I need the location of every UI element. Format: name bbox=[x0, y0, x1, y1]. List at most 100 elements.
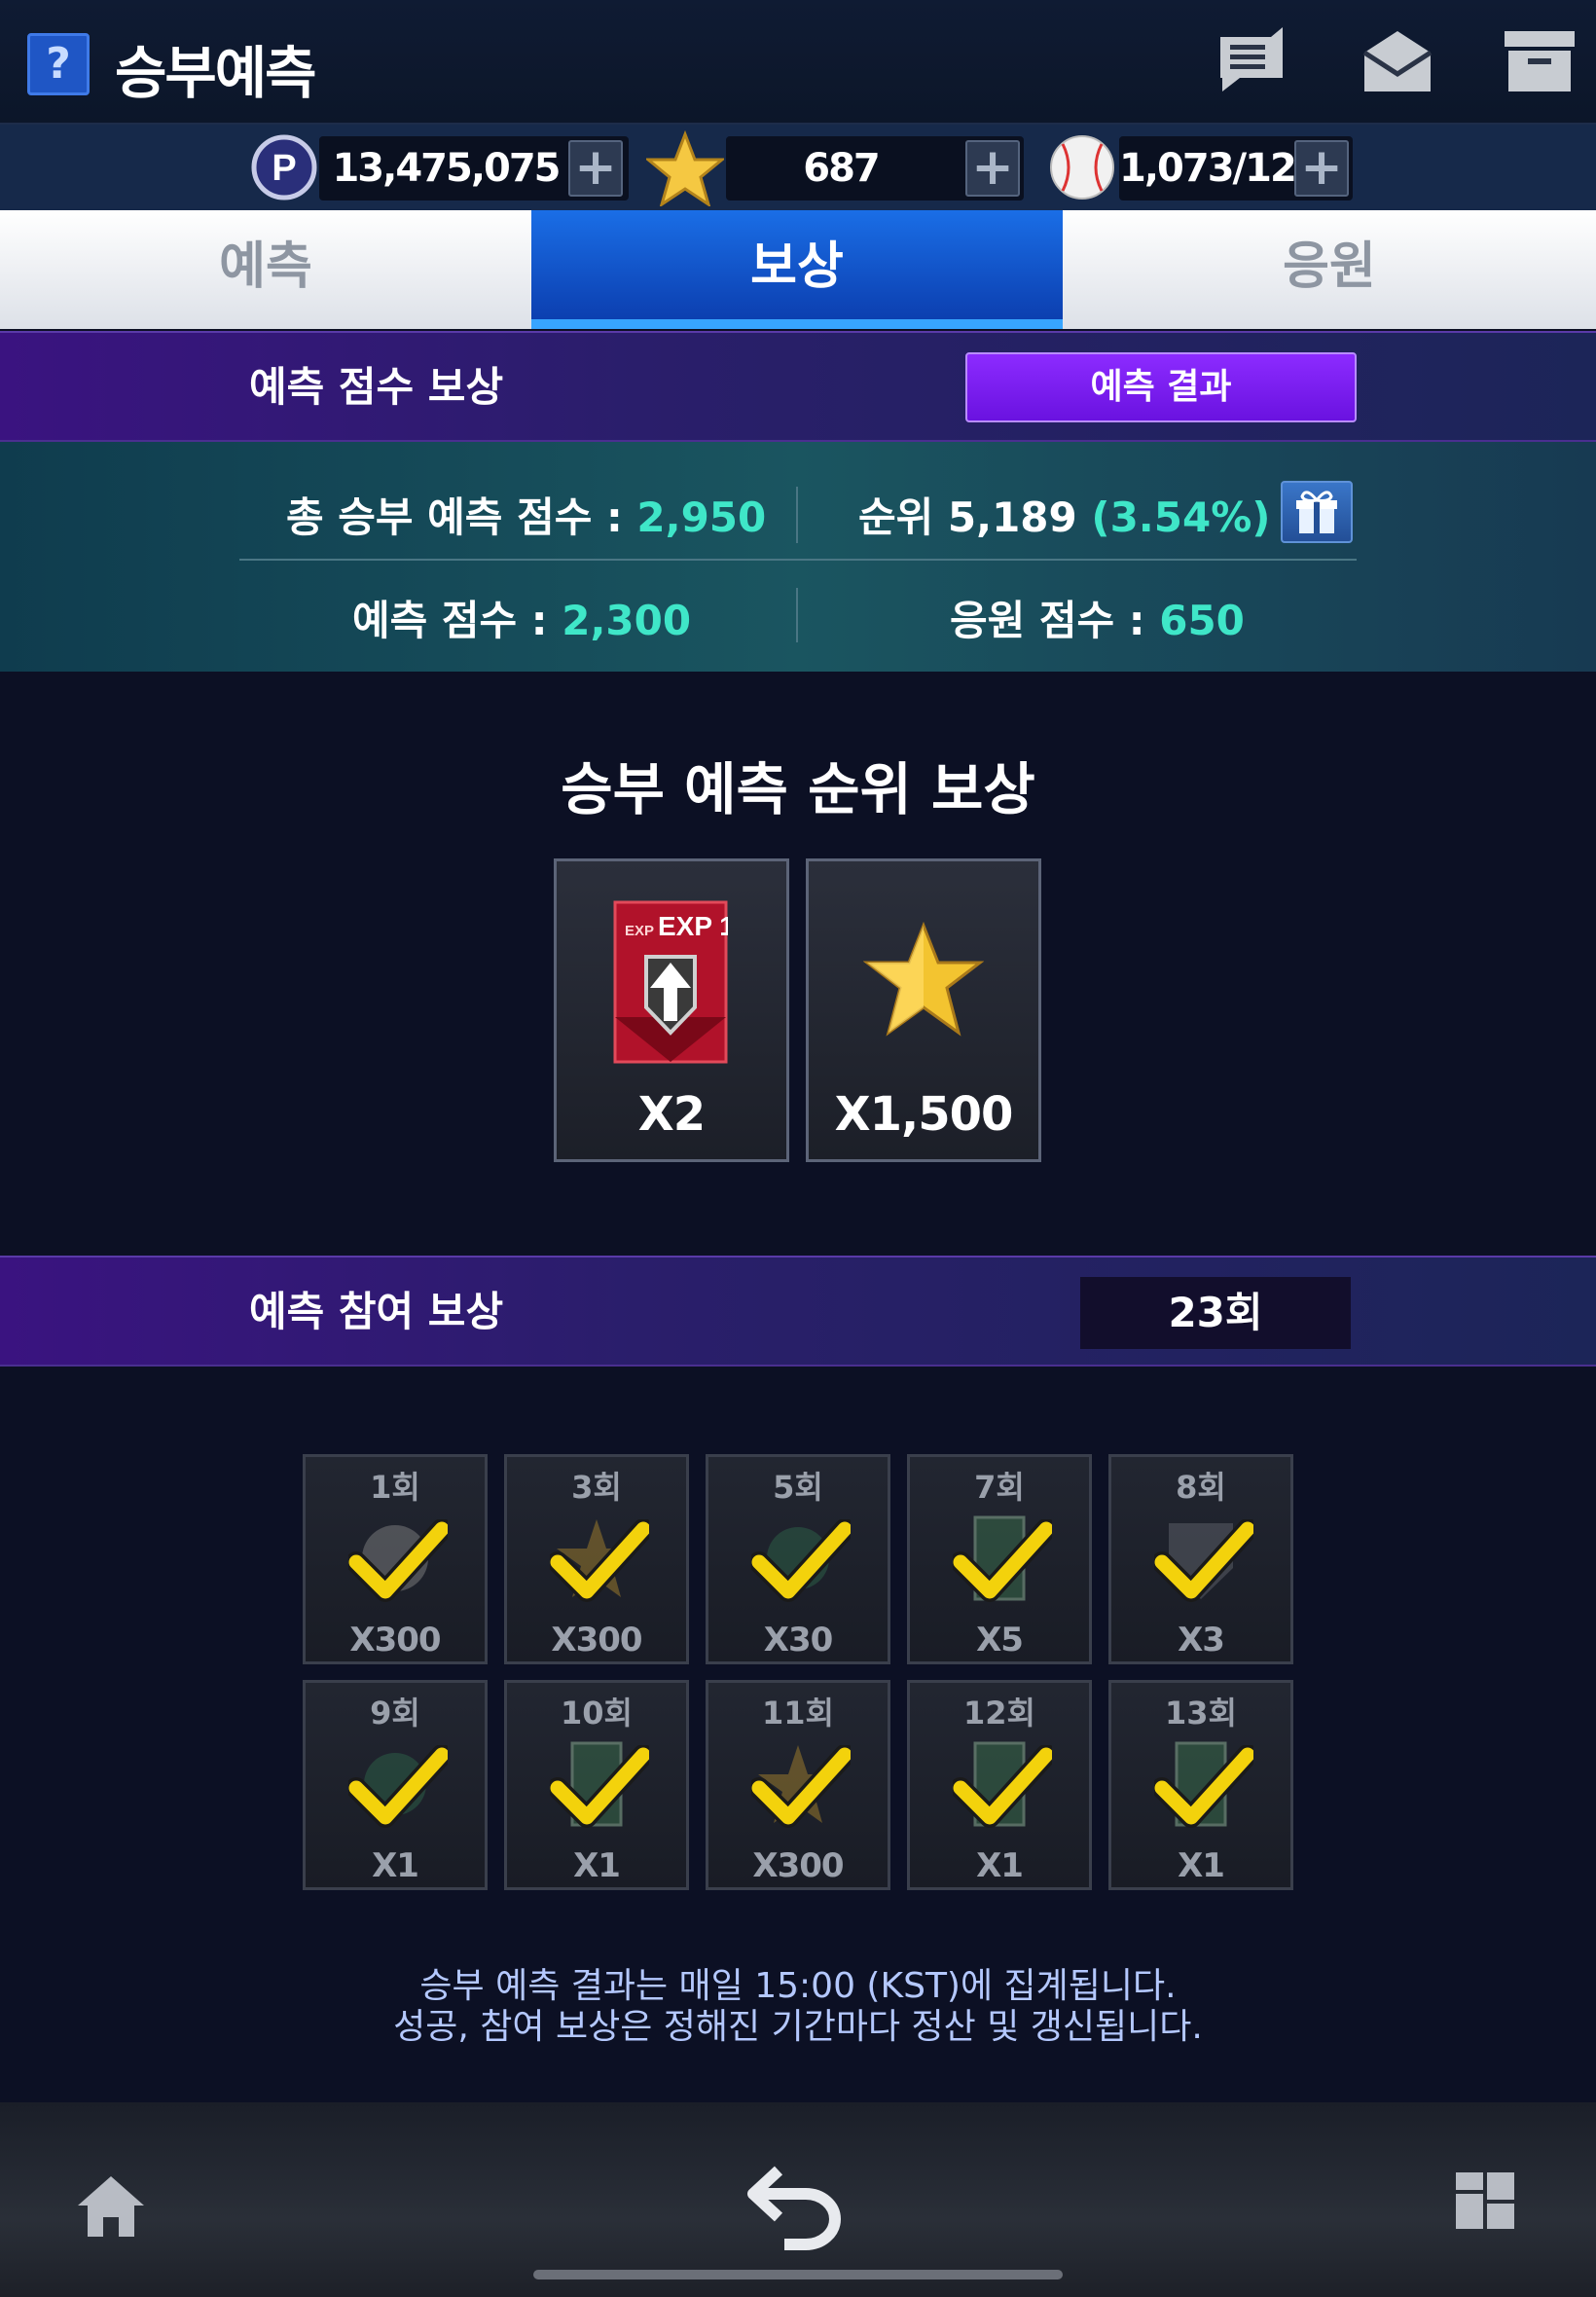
participation-title: 예측 참여 보상 bbox=[249, 1288, 504, 1335]
prediction-score-label: 예측 점수 : bbox=[352, 597, 562, 644]
stars-box: 687 + bbox=[726, 136, 1024, 201]
gift-button[interactable] bbox=[1281, 481, 1353, 543]
reward-cell[interactable]: 3회 X300 bbox=[504, 1454, 689, 1664]
checkmark-icon bbox=[953, 1519, 1052, 1602]
balls-add-button[interactable]: + bbox=[1294, 140, 1349, 197]
home-indicator bbox=[533, 2270, 1063, 2279]
score-reward-title: 예측 점수 보상 bbox=[249, 363, 504, 411]
rank-info: 순위 5,189 (3.54%) bbox=[858, 485, 1270, 544]
gift-icon bbox=[1296, 491, 1337, 533]
checkmark-icon bbox=[1154, 1745, 1253, 1828]
reward-qty: X30 bbox=[763, 1621, 834, 1659]
reward-qty: X1 bbox=[976, 1846, 1024, 1885]
reward-cell[interactable]: 12회 X1 bbox=[907, 1680, 1092, 1890]
exp-card-text: EXP 1000 bbox=[658, 911, 728, 941]
checkmark-icon bbox=[1154, 1519, 1253, 1602]
rank-reward-card[interactable]: EXP EXP 1000 X2 bbox=[554, 858, 789, 1162]
total-score-value: 2,950 bbox=[636, 493, 767, 541]
stars-add-button[interactable]: + bbox=[965, 140, 1020, 197]
home-icon[interactable] bbox=[74, 2172, 148, 2241]
score-reward-header: 예측 점수 보상 예측 결과 bbox=[0, 331, 1596, 442]
reward-qty: X3 bbox=[1178, 1621, 1225, 1659]
checkmark-icon bbox=[751, 1519, 851, 1602]
reward-cell[interactable]: 7회 X5 bbox=[907, 1454, 1092, 1664]
reward-qty: X300 bbox=[551, 1621, 642, 1659]
bottom-nav bbox=[0, 2102, 1596, 2297]
reward-cell[interactable]: 13회 X1 bbox=[1108, 1680, 1293, 1890]
checkmark-icon bbox=[348, 1519, 448, 1602]
currency-bar: P 13,475,075 + 687 + 1,073/120 + bbox=[0, 125, 1596, 210]
balls-value: 1,073/120 bbox=[1119, 146, 1323, 191]
rank-reward-qty: X1,500 bbox=[834, 1087, 1014, 1142]
points-coin-icon: P bbox=[251, 134, 317, 201]
reward-round: 8회 bbox=[1176, 1469, 1226, 1506]
menu-grid-icon[interactable] bbox=[1454, 2170, 1516, 2231]
rank-label: 순위 5,189 bbox=[858, 493, 1092, 541]
checkmark-icon bbox=[550, 1745, 649, 1828]
back-icon[interactable] bbox=[745, 2161, 851, 2250]
reward-cell[interactable]: 10회 X1 bbox=[504, 1680, 689, 1890]
svg-text:P: P bbox=[272, 148, 296, 189]
notice-line-2: 성공, 참여 보상은 정해진 기간마다 정산 및 갱신됩니다. bbox=[393, 2007, 1203, 2047]
reward-qty: X300 bbox=[349, 1621, 441, 1659]
reward-round: 10회 bbox=[561, 1695, 633, 1732]
reward-round: 5회 bbox=[773, 1469, 823, 1506]
reward-round: 9회 bbox=[370, 1695, 420, 1732]
tab-reward[interactable]: 보상 bbox=[531, 210, 1063, 329]
reward-cell[interactable]: 11회 X300 bbox=[706, 1680, 890, 1890]
rank-reward-qty: X2 bbox=[637, 1087, 706, 1142]
reward-round: 7회 bbox=[974, 1469, 1025, 1506]
svg-text:EXP: EXP bbox=[625, 923, 654, 939]
cheer-score-value: 650 bbox=[1159, 597, 1245, 644]
stars-value: 687 bbox=[803, 146, 881, 191]
reward-qty: X1 bbox=[573, 1846, 621, 1885]
checkmark-icon bbox=[550, 1519, 649, 1602]
checkmark-icon bbox=[751, 1745, 851, 1828]
cheer-score-label: 응원 점수 : bbox=[950, 597, 1160, 644]
score-panel: 총 승부 예측 점수 : 2,950 순위 5,189 (3.54%) 예측 점… bbox=[0, 442, 1596, 672]
prediction-result-button[interactable]: 예측 결과 bbox=[965, 352, 1357, 422]
chat-icon[interactable] bbox=[1213, 23, 1290, 101]
reward-round: 11회 bbox=[762, 1695, 834, 1732]
divider bbox=[239, 559, 1357, 561]
top-bar: ? 승부예측 bbox=[0, 0, 1596, 125]
prediction-score-value: 2,300 bbox=[562, 597, 692, 644]
reward-cell[interactable]: 8회 X3 bbox=[1108, 1454, 1293, 1664]
cheer-score: 응원 점수 : 650 bbox=[950, 588, 1245, 647]
gold-star-icon bbox=[863, 922, 984, 1037]
page-title: 승부예측 bbox=[115, 40, 316, 106]
reward-qty: X5 bbox=[976, 1621, 1024, 1659]
mail-icon[interactable] bbox=[1359, 23, 1436, 101]
reward-round: 12회 bbox=[963, 1695, 1035, 1732]
rank-percent: (3.54%) bbox=[1091, 493, 1271, 541]
reward-qty: X300 bbox=[752, 1846, 844, 1885]
help-button[interactable]: ? bbox=[27, 33, 90, 95]
star-currency-icon bbox=[646, 130, 724, 206]
baseball-icon bbox=[1050, 135, 1114, 200]
divider bbox=[796, 588, 798, 642]
reward-cell[interactable]: 9회 X1 bbox=[303, 1680, 488, 1890]
exp-card-icon: EXP EXP 1000 bbox=[613, 900, 728, 1064]
prediction-score: 예측 점수 : 2,300 bbox=[352, 588, 691, 647]
participation-count: 23회 bbox=[1080, 1277, 1351, 1349]
points-box: 13,475,075 + bbox=[319, 136, 629, 201]
balls-box: 1,073/120 + bbox=[1119, 136, 1353, 201]
total-score: 총 승부 예측 점수 : 2,950 bbox=[286, 485, 766, 544]
checkmark-icon bbox=[953, 1745, 1052, 1828]
tab-cheer[interactable]: 응원 bbox=[1063, 210, 1596, 329]
reward-round: 3회 bbox=[571, 1469, 622, 1506]
reward-qty: X1 bbox=[372, 1846, 419, 1885]
storage-box-icon[interactable] bbox=[1501, 23, 1578, 101]
reward-cell[interactable]: 1회 X300 bbox=[303, 1454, 488, 1664]
reward-round: 13회 bbox=[1165, 1695, 1237, 1732]
points-add-button[interactable]: + bbox=[568, 140, 623, 197]
checkmark-icon bbox=[348, 1745, 448, 1828]
notice-line-1: 승부 예측 결과는 매일 15:00 (KST)에 집계됩니다. bbox=[419, 1966, 1177, 2006]
reward-qty: X1 bbox=[1178, 1846, 1225, 1885]
tab-predict[interactable]: 예측 bbox=[0, 210, 531, 329]
reward-round: 1회 bbox=[370, 1469, 420, 1506]
points-value: 13,475,075 bbox=[332, 146, 561, 191]
reward-cell[interactable]: 5회 X30 bbox=[706, 1454, 890, 1664]
total-score-label: 총 승부 예측 점수 : bbox=[286, 493, 637, 541]
rank-reward-card[interactable]: X1,500 bbox=[806, 858, 1041, 1162]
